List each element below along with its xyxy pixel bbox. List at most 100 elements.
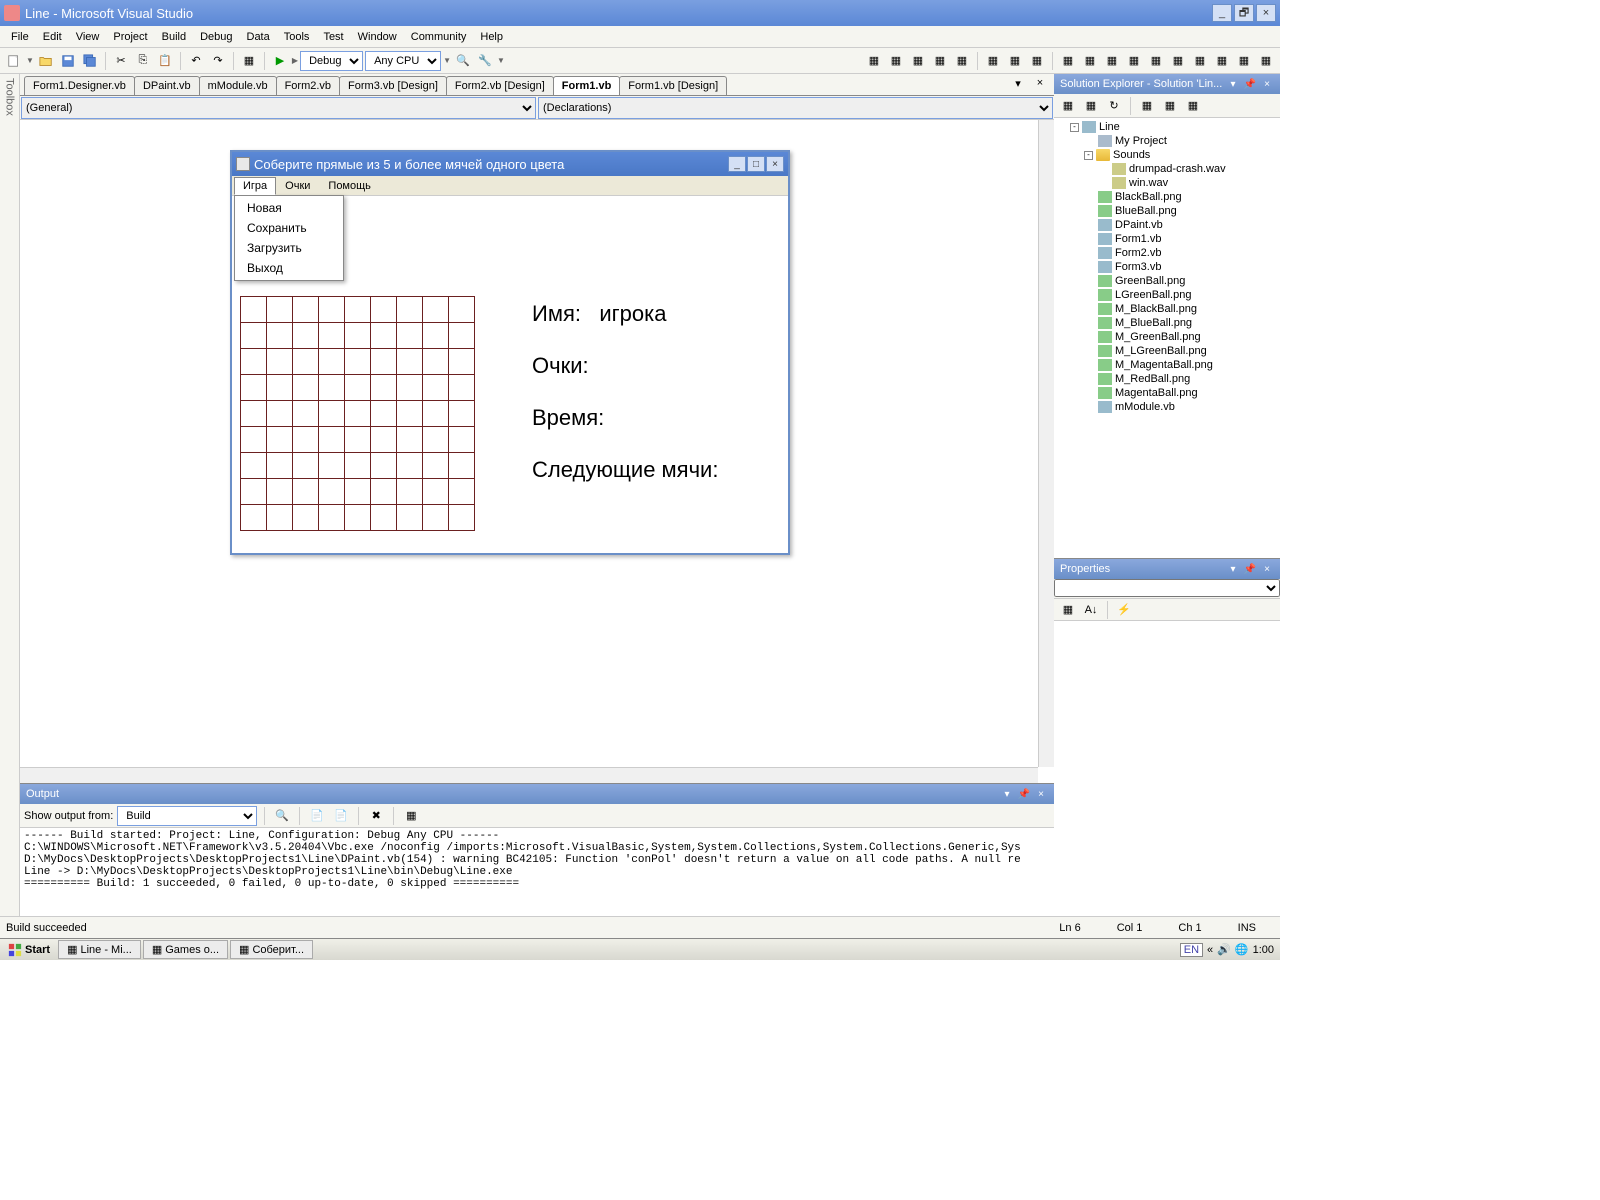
start-debug-button[interactable]: ▶: [270, 51, 290, 71]
redo-button[interactable]: ↷: [208, 51, 228, 71]
tb17[interactable]: ▦: [1234, 51, 1254, 71]
properties-body[interactable]: [1054, 621, 1280, 938]
tree-node[interactable]: My Project: [1084, 134, 1278, 148]
tree-node[interactable]: BlackBall.png: [1084, 190, 1278, 204]
tree-node[interactable]: win.wav: [1098, 176, 1278, 190]
tree-node[interactable]: M_GreenBall.png: [1084, 330, 1278, 344]
grid-cell[interactable]: [397, 323, 423, 349]
minimize-button[interactable]: _: [1212, 4, 1232, 22]
grid-cell[interactable]: [241, 297, 267, 323]
tb15[interactable]: ▦: [1190, 51, 1210, 71]
solexp-diagram-button[interactable]: ▦: [1183, 96, 1203, 116]
nav-combo-right[interactable]: (Declarations): [538, 97, 1053, 119]
tb18[interactable]: ▦: [1256, 51, 1276, 71]
grid-cell[interactable]: [319, 427, 345, 453]
grid-cell[interactable]: [423, 479, 449, 505]
grid-cell[interactable]: [397, 297, 423, 323]
tree-node[interactable]: M_MagentaBall.png: [1084, 358, 1278, 372]
grid-cell[interactable]: [423, 297, 449, 323]
grid-cell[interactable]: [319, 349, 345, 375]
menu-build[interactable]: Build: [155, 28, 193, 46]
grid-cell[interactable]: [241, 323, 267, 349]
tree-node[interactable]: DPaint.vb: [1084, 218, 1278, 232]
output-goto-button[interactable]: 📄: [307, 806, 327, 826]
solexp-code-button[interactable]: ▦: [1137, 96, 1157, 116]
solexp-dropdown-button[interactable]: ▾: [1226, 77, 1240, 91]
grid-cell[interactable]: [293, 323, 319, 349]
form-dropdown-item[interactable]: Выход: [235, 258, 343, 278]
menu-project[interactable]: Project: [106, 28, 154, 46]
grid-cell[interactable]: [267, 375, 293, 401]
copy-button[interactable]: ⎘: [133, 51, 153, 71]
menu-data[interactable]: Data: [240, 28, 277, 46]
new-project-button[interactable]: [4, 51, 24, 71]
show-output-from-combo[interactable]: Build: [117, 806, 257, 826]
tree-node[interactable]: M_BlueBall.png: [1084, 316, 1278, 330]
menu-file[interactable]: File: [4, 28, 36, 46]
tb8[interactable]: ▦: [1027, 51, 1047, 71]
grid-cell[interactable]: [397, 401, 423, 427]
menu-tools[interactable]: Tools: [277, 28, 317, 46]
grid-cell[interactable]: [371, 505, 397, 531]
grid-cell[interactable]: [397, 349, 423, 375]
grid-cell[interactable]: [241, 479, 267, 505]
tb11[interactable]: ▦: [1102, 51, 1122, 71]
grid-cell[interactable]: [397, 479, 423, 505]
tools-button[interactable]: 🔧: [475, 51, 495, 71]
taskbar-item[interactable]: ▦Games o...: [143, 940, 228, 959]
form-dropdown-item[interactable]: Загрузить: [235, 238, 343, 258]
canvas-vscroll[interactable]: [1038, 120, 1054, 767]
grid-cell[interactable]: [267, 427, 293, 453]
grid-cell[interactable]: [293, 375, 319, 401]
grid-cell[interactable]: [345, 453, 371, 479]
solexp-showall-button[interactable]: ▦: [1081, 96, 1101, 116]
grid-cell[interactable]: [293, 505, 319, 531]
tree-node[interactable]: LGreenBall.png: [1084, 288, 1278, 302]
tb13[interactable]: ▦: [1146, 51, 1166, 71]
undo-button[interactable]: ↶: [186, 51, 206, 71]
grid-cell[interactable]: [267, 297, 293, 323]
menu-edit[interactable]: Edit: [36, 28, 69, 46]
editor-tab[interactable]: Form2.vb [Design]: [446, 76, 554, 95]
editor-tab[interactable]: DPaint.vb: [134, 76, 200, 95]
tb4[interactable]: ▦: [930, 51, 950, 71]
output-close-button[interactable]: ×: [1034, 787, 1048, 801]
props-pin-button[interactable]: 📌: [1243, 562, 1257, 576]
toolbox-tab[interactable]: Toolbox: [0, 74, 20, 938]
grid-cell[interactable]: [449, 505, 475, 531]
grid-cell[interactable]: [449, 479, 475, 505]
grid-cell[interactable]: [449, 453, 475, 479]
props-close-button[interactable]: ×: [1260, 562, 1274, 576]
tb2[interactable]: ▦: [886, 51, 906, 71]
tray-lang[interactable]: EN: [1180, 943, 1203, 957]
grid-cell[interactable]: [319, 375, 345, 401]
grid-cell[interactable]: [449, 427, 475, 453]
grid-cell[interactable]: [345, 427, 371, 453]
tree-node[interactable]: drumpad-crash.wav: [1098, 162, 1278, 176]
paste-button[interactable]: 📋: [155, 51, 175, 71]
tb7[interactable]: ▦: [1005, 51, 1025, 71]
props-categorized-button[interactable]: ▦: [1058, 600, 1078, 620]
grid-cell[interactable]: [345, 479, 371, 505]
grid-cell[interactable]: [423, 427, 449, 453]
menu-view[interactable]: View: [69, 28, 107, 46]
grid-cell[interactable]: [371, 479, 397, 505]
tb16[interactable]: ▦: [1212, 51, 1232, 71]
editor-tab[interactable]: Form1.vb [Design]: [619, 76, 727, 95]
menu-community[interactable]: Community: [404, 28, 474, 46]
find-button[interactable]: 🔍: [453, 51, 473, 71]
grid-cell[interactable]: [345, 375, 371, 401]
editor-tab[interactable]: Form2.vb: [276, 76, 340, 95]
designer-canvas[interactable]: Соберите прямые из 5 и более мячей одног…: [20, 120, 1054, 783]
expand-icon[interactable]: -: [1084, 151, 1093, 160]
tab-close-button[interactable]: ×: [1030, 73, 1050, 93]
tree-node[interactable]: MagentaBall.png: [1084, 386, 1278, 400]
grid-cell[interactable]: [293, 349, 319, 375]
grid-cell[interactable]: [397, 375, 423, 401]
grid-cell[interactable]: [449, 375, 475, 401]
taskbar-item[interactable]: ▦Соберит...: [230, 940, 313, 959]
form-menu-item[interactable]: Очки: [276, 177, 319, 195]
grid-cell[interactable]: [423, 349, 449, 375]
canvas-hscroll[interactable]: [20, 767, 1038, 783]
editor-tab[interactable]: Form3.vb [Design]: [339, 76, 447, 95]
